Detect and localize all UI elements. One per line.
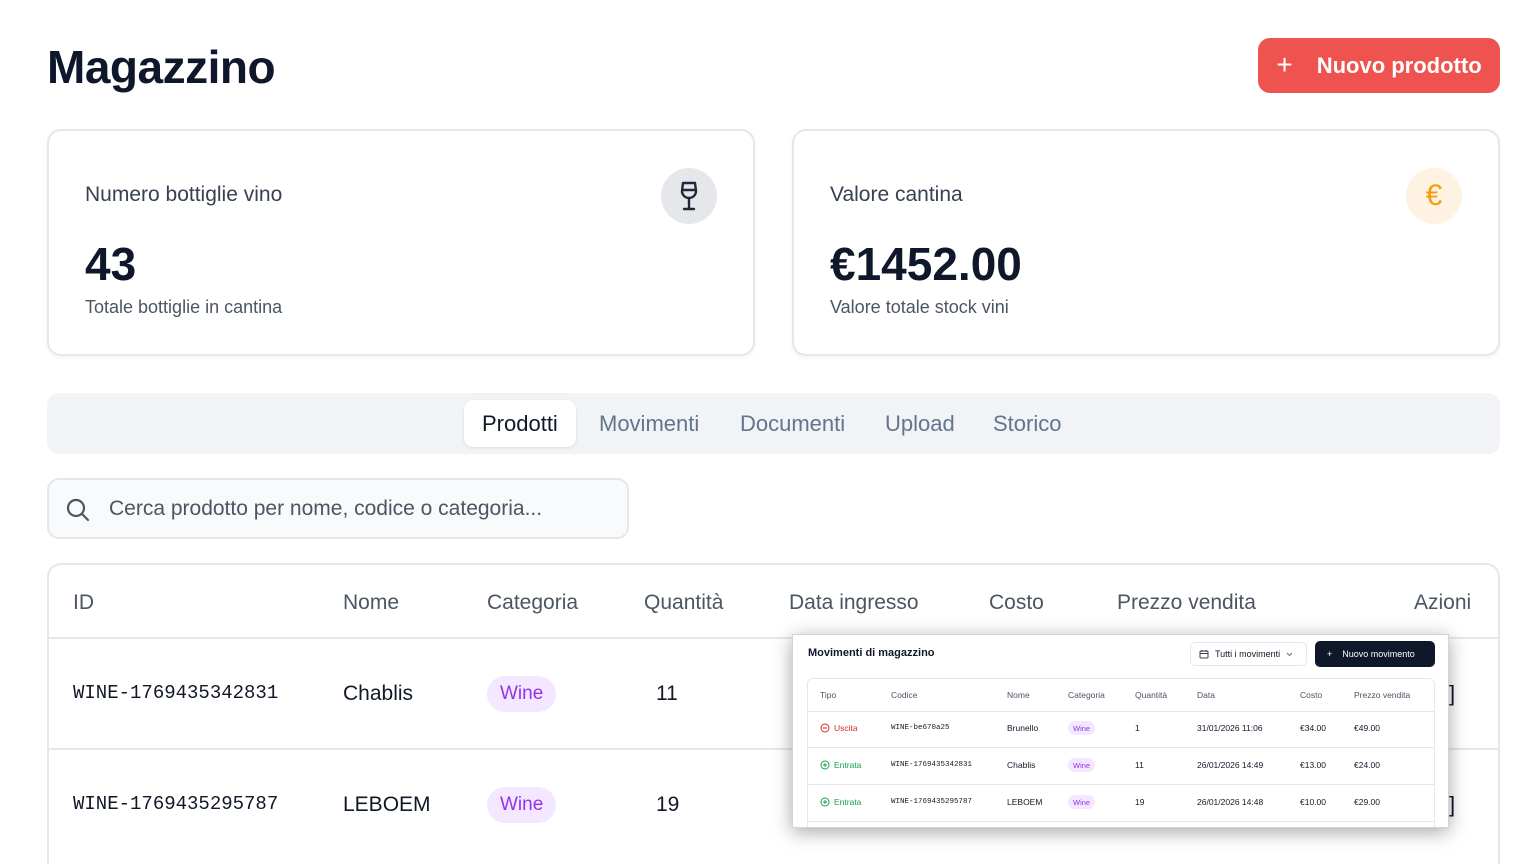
movement-type: Uscita	[820, 723, 858, 733]
column-header-quantita: Quantità	[1135, 690, 1168, 700]
product-id: WINE-1769435295787	[73, 793, 279, 815]
new-product-label: Nuovo prodotto	[1316, 52, 1482, 78]
tab-storico[interactable]: Storico	[993, 400, 1061, 447]
tab-documenti[interactable]: Documenti	[740, 400, 845, 447]
movement-name: Brunello	[1007, 723, 1039, 733]
movement-price: €49.00	[1354, 723, 1380, 733]
category-badge: Wine	[1068, 721, 1096, 735]
tab-movimenti[interactable]: Movimenti	[599, 400, 699, 447]
category-badge: Wine	[487, 787, 557, 823]
delete-icon[interactable]: ]	[1449, 792, 1455, 818]
column-header-categoria: Categoria	[1068, 690, 1105, 700]
page-title: Magazzino	[47, 41, 276, 93]
movement-price: €24.00	[1354, 760, 1380, 770]
plus-circle-icon	[820, 797, 830, 807]
category-badge: Wine	[1068, 758, 1096, 772]
stat-label: Numero bottiglie vino	[85, 183, 283, 206]
column-header-id[interactable]: ID	[73, 591, 94, 615]
movements-filter-select[interactable]: Tutti i movimenti	[1190, 642, 1307, 666]
column-header-costo[interactable]: Costo	[989, 591, 1044, 615]
category-badge: Wine	[1068, 795, 1096, 809]
movements-panel: Movimenti di magazzino Tutti i movimenti…	[792, 634, 1449, 828]
product-quantity: 19	[656, 793, 680, 816]
column-header-nome: Nome	[1007, 690, 1030, 700]
tab-prodotti[interactable]: Prodotti	[464, 400, 576, 447]
column-header-costo: Costo	[1300, 690, 1323, 700]
movements-table: Tipo Codice Nome Categoria Quantità Data…	[807, 678, 1435, 827]
movement-type: Entrata	[820, 797, 861, 807]
delete-icon[interactable]: ]	[1449, 681, 1455, 707]
column-header-categoria[interactable]: Categoria	[487, 591, 578, 615]
tab-upload[interactable]: Upload	[885, 400, 955, 447]
stat-value: €1452.00	[830, 238, 1022, 290]
movement-type: Entrata	[820, 760, 861, 770]
stat-subtitle: Totale bottiglie in cantina	[85, 297, 283, 317]
movement-code: WINE-1769435295787	[891, 798, 973, 806]
product-name: Chablis	[343, 682, 414, 705]
column-header-prezzo-vendita[interactable]: Prezzo vendita	[1117, 591, 1256, 615]
movement-code: WINE-1769435342831	[891, 761, 973, 769]
movement-cost: €13.00	[1300, 760, 1326, 770]
search-box	[47, 478, 629, 539]
plus-icon: +	[1276, 48, 1293, 80]
plus-icon: +	[1327, 649, 1333, 659]
movement-code: WINE-be670a25	[891, 724, 950, 732]
product-name: LEBOEM	[343, 793, 431, 816]
new-product-button[interactable]: + Nuovo prodotto	[1258, 38, 1500, 93]
row-divider	[808, 784, 1434, 785]
euro-icon: €	[1406, 168, 1462, 224]
movement-cost: €10.00	[1300, 797, 1326, 807]
column-header-codice: Codice	[891, 690, 918, 700]
row-divider	[808, 821, 1434, 822]
movement-quantity: 11	[1135, 760, 1144, 770]
movement-date: 26/01/2026 14:49	[1197, 760, 1264, 770]
column-header-quantita[interactable]: Quantità	[644, 591, 723, 615]
column-header-tipo: Tipo	[820, 690, 837, 700]
search-icon	[65, 497, 91, 528]
row-divider	[808, 711, 1434, 712]
movement-date: 31/01/2026 11:06	[1197, 723, 1263, 733]
stat-subtitle: Valore totale stock vini	[830, 297, 1009, 317]
stat-card-value: Valore cantina €1452.00 Valore totale st…	[792, 129, 1500, 356]
minus-circle-icon	[820, 723, 830, 733]
plus-circle-icon	[820, 760, 830, 770]
movement-name: Chablis	[1007, 760, 1036, 770]
new-movement-button[interactable]: + Nuovo movimento	[1315, 641, 1435, 667]
movement-date: 26/01/2026 14:48	[1197, 797, 1264, 807]
column-header-data: Data	[1197, 690, 1215, 700]
search-input[interactable]	[109, 492, 609, 526]
movement-name: LEBOEM	[1007, 797, 1043, 807]
product-quantity: 11	[656, 682, 678, 705]
movements-title: Movimenti di magazzino	[808, 647, 935, 659]
wine-glass-icon	[661, 168, 717, 224]
product-id: WINE-1769435342831	[73, 682, 279, 704]
movement-price: €29.00	[1354, 797, 1380, 807]
column-header-data-ingresso[interactable]: Data ingresso	[789, 591, 919, 615]
column-header-prezzo-vendita: Prezzo vendita	[1354, 690, 1411, 700]
movements-filter-label: Tutti i movimenti	[1215, 649, 1281, 659]
category-badge: Wine	[487, 676, 557, 712]
movement-cost: €34.00	[1300, 723, 1326, 733]
tabs-bar: Prodotti Movimenti Documenti Upload Stor…	[47, 393, 1500, 454]
column-header-nome[interactable]: Nome	[343, 591, 399, 615]
column-header-azioni: Azioni	[1414, 591, 1472, 614]
new-movement-label: Nuovo movimento	[1342, 649, 1415, 659]
row-divider	[808, 747, 1434, 748]
movement-quantity: 1	[1135, 723, 1140, 733]
chevron-down-icon	[1286, 652, 1293, 656]
calendar-icon	[1199, 650, 1209, 659]
stat-card-bottles: Numero bottiglie vino 43 Totale bottigli…	[47, 129, 755, 356]
movement-quantity: 19	[1135, 797, 1145, 807]
stat-value: 43	[85, 238, 137, 290]
stat-label: Valore cantina	[830, 183, 963, 206]
